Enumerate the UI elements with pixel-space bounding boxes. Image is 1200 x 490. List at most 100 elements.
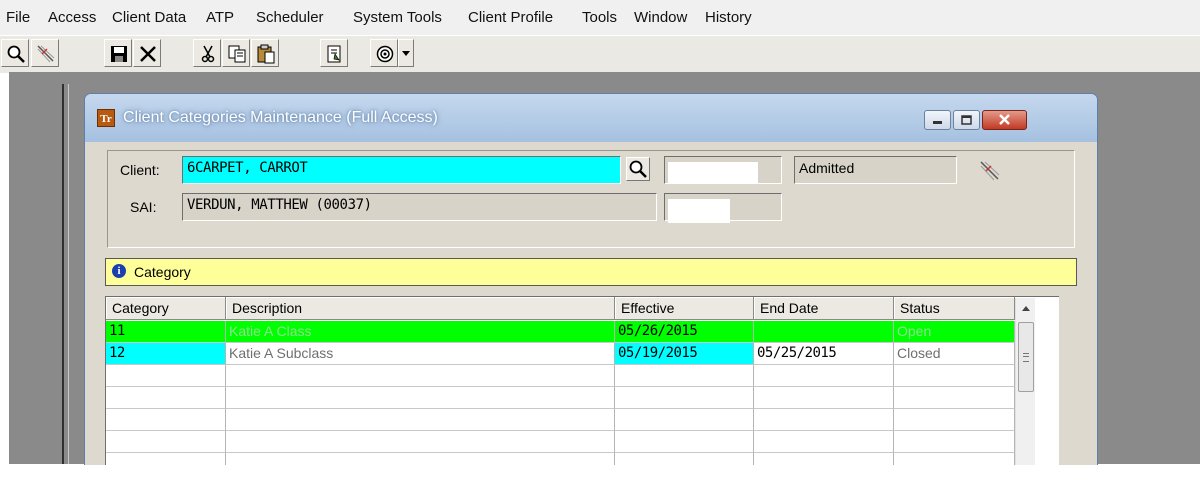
close-button[interactable] [982, 110, 1027, 130]
empty-cell [226, 431, 615, 453]
empty-cell [754, 431, 894, 453]
client-search-button[interactable] [626, 157, 650, 181]
copy-icon [228, 45, 246, 63]
client-categories-window: Tr Client Categories Maintenance (Full A… [84, 93, 1098, 465]
maximize-icon [961, 115, 972, 125]
scroll-up-arrow-icon[interactable] [1018, 300, 1034, 318]
menu-file[interactable]: File [6, 9, 30, 26]
empty-cell [615, 431, 754, 453]
empty-row[interactable] [106, 409, 1016, 431]
window-title-bar[interactable]: Tr Client Categories Maintenance (Full A… [85, 94, 1097, 142]
menu-access[interactable]: Access [48, 9, 96, 26]
empty-cell [894, 431, 1015, 453]
empty-cell [754, 409, 894, 431]
toolbar-copy-button[interactable] [222, 39, 250, 67]
toolbar-paste-button[interactable] [251, 39, 279, 67]
search-icon [629, 160, 647, 178]
scroll-grip-icon [1023, 353, 1029, 362]
menu-window[interactable]: Window [634, 9, 687, 26]
bottom-strip [0, 464, 1200, 490]
empty-row[interactable] [106, 453, 1016, 465]
empty-cell [106, 409, 226, 431]
column-header-description[interactable]: Description [226, 297, 615, 320]
cell-end-date: 05/25/2015 [754, 343, 894, 365]
cell-effective: 05/19/2015 [615, 343, 754, 365]
column-header-effective[interactable]: Effective [615, 297, 754, 320]
category-grid: Category Description Effective End Date … [105, 296, 1059, 465]
cell-description: Katie A Subclass [226, 343, 615, 365]
toolbar-search-button[interactable] [1, 39, 29, 67]
sai-field[interactable]: VERDUN, MATTHEW (00037) [182, 193, 657, 221]
empty-cell [106, 453, 226, 465]
client-field[interactable]: 6CARPET, CARROT [182, 156, 621, 184]
column-header-end-date[interactable]: End Date [754, 297, 894, 320]
admission-status-field: Admitted [794, 156, 957, 184]
cell-end-date [754, 321, 894, 343]
empty-cell [894, 409, 1015, 431]
menu-system-tools[interactable]: System Tools [353, 9, 442, 26]
toolbar-document-button[interactable] [320, 39, 348, 67]
cell-category: 11 [106, 321, 226, 343]
cell-effective: 05/26/2015 [615, 321, 754, 343]
redacted-area [668, 199, 730, 223]
empty-cell [615, 409, 754, 431]
minimize-button[interactable] [924, 110, 951, 130]
close-icon [999, 114, 1010, 125]
sai-label: SAI: [130, 199, 157, 215]
empty-cell [226, 365, 615, 387]
column-header-status[interactable]: Status [894, 297, 1015, 320]
empty-cell [894, 387, 1015, 409]
toolbar-dropdown-button[interactable] [398, 39, 414, 67]
empty-cell [226, 409, 615, 431]
toolbar-save-button[interactable] [104, 39, 132, 67]
menu-client-data[interactable]: Client Data [112, 9, 186, 26]
cell-description: Katie A Class [226, 321, 615, 343]
workspace-divider-highlight [68, 84, 69, 464]
menu-scheduler[interactable]: Scheduler [256, 9, 324, 26]
grid-vertical-scrollbar[interactable] [1015, 298, 1035, 465]
app-icon: Tr [97, 109, 115, 127]
empty-cell [754, 365, 894, 387]
empty-cell [754, 453, 894, 465]
target-icon [376, 45, 394, 63]
toolbar-target-button[interactable] [370, 39, 398, 67]
menu-bar: File Access Client Data ATP Scheduler Sy… [0, 0, 1200, 35]
toolbar-hatch-button[interactable] [31, 39, 59, 67]
cell-status: Closed [894, 343, 1015, 365]
empty-row[interactable] [106, 365, 1016, 387]
category-section-header: i Category [105, 258, 1077, 286]
menu-tools[interactable]: Tools [582, 9, 617, 26]
redacted-area [668, 162, 758, 184]
grid-header: Category Description Effective End Date … [106, 297, 1059, 321]
empty-row[interactable] [106, 431, 1016, 453]
empty-cell [615, 365, 754, 387]
dropdown-arrow-icon [402, 51, 410, 56]
toolbar-cut-button[interactable] [193, 39, 221, 67]
hatch-icon[interactable] [978, 159, 1002, 183]
menu-client-profile[interactable]: Client Profile [468, 9, 553, 26]
empty-cell [894, 365, 1015, 387]
info-icon: i [112, 264, 126, 278]
menu-atp[interactable]: ATP [206, 9, 234, 26]
scroll-thumb[interactable] [1018, 322, 1034, 392]
toolbar-delete-button[interactable] [133, 39, 161, 67]
minimize-icon [933, 121, 942, 124]
hatch-icon [37, 45, 55, 63]
empty-cell [106, 387, 226, 409]
empty-cell [615, 387, 754, 409]
workspace-divider [62, 84, 64, 464]
empty-cell [106, 431, 226, 453]
toolbar [0, 35, 1200, 73]
table-row[interactable]: 12 Katie A Subclass 05/19/2015 05/25/201… [106, 343, 1016, 365]
menu-history[interactable]: History [705, 9, 752, 26]
empty-cell [615, 453, 754, 465]
column-header-category[interactable]: Category [106, 297, 226, 320]
empty-row[interactable] [106, 387, 1016, 409]
cell-category: 12 [106, 343, 226, 365]
table-row[interactable]: 11 Katie A Class 05/26/2015 Open [106, 321, 1016, 343]
delete-icon [140, 46, 156, 62]
maximize-button[interactable] [953, 110, 980, 130]
client-label: Client: [120, 162, 160, 178]
paste-icon [257, 44, 275, 64]
empty-cell [106, 365, 226, 387]
